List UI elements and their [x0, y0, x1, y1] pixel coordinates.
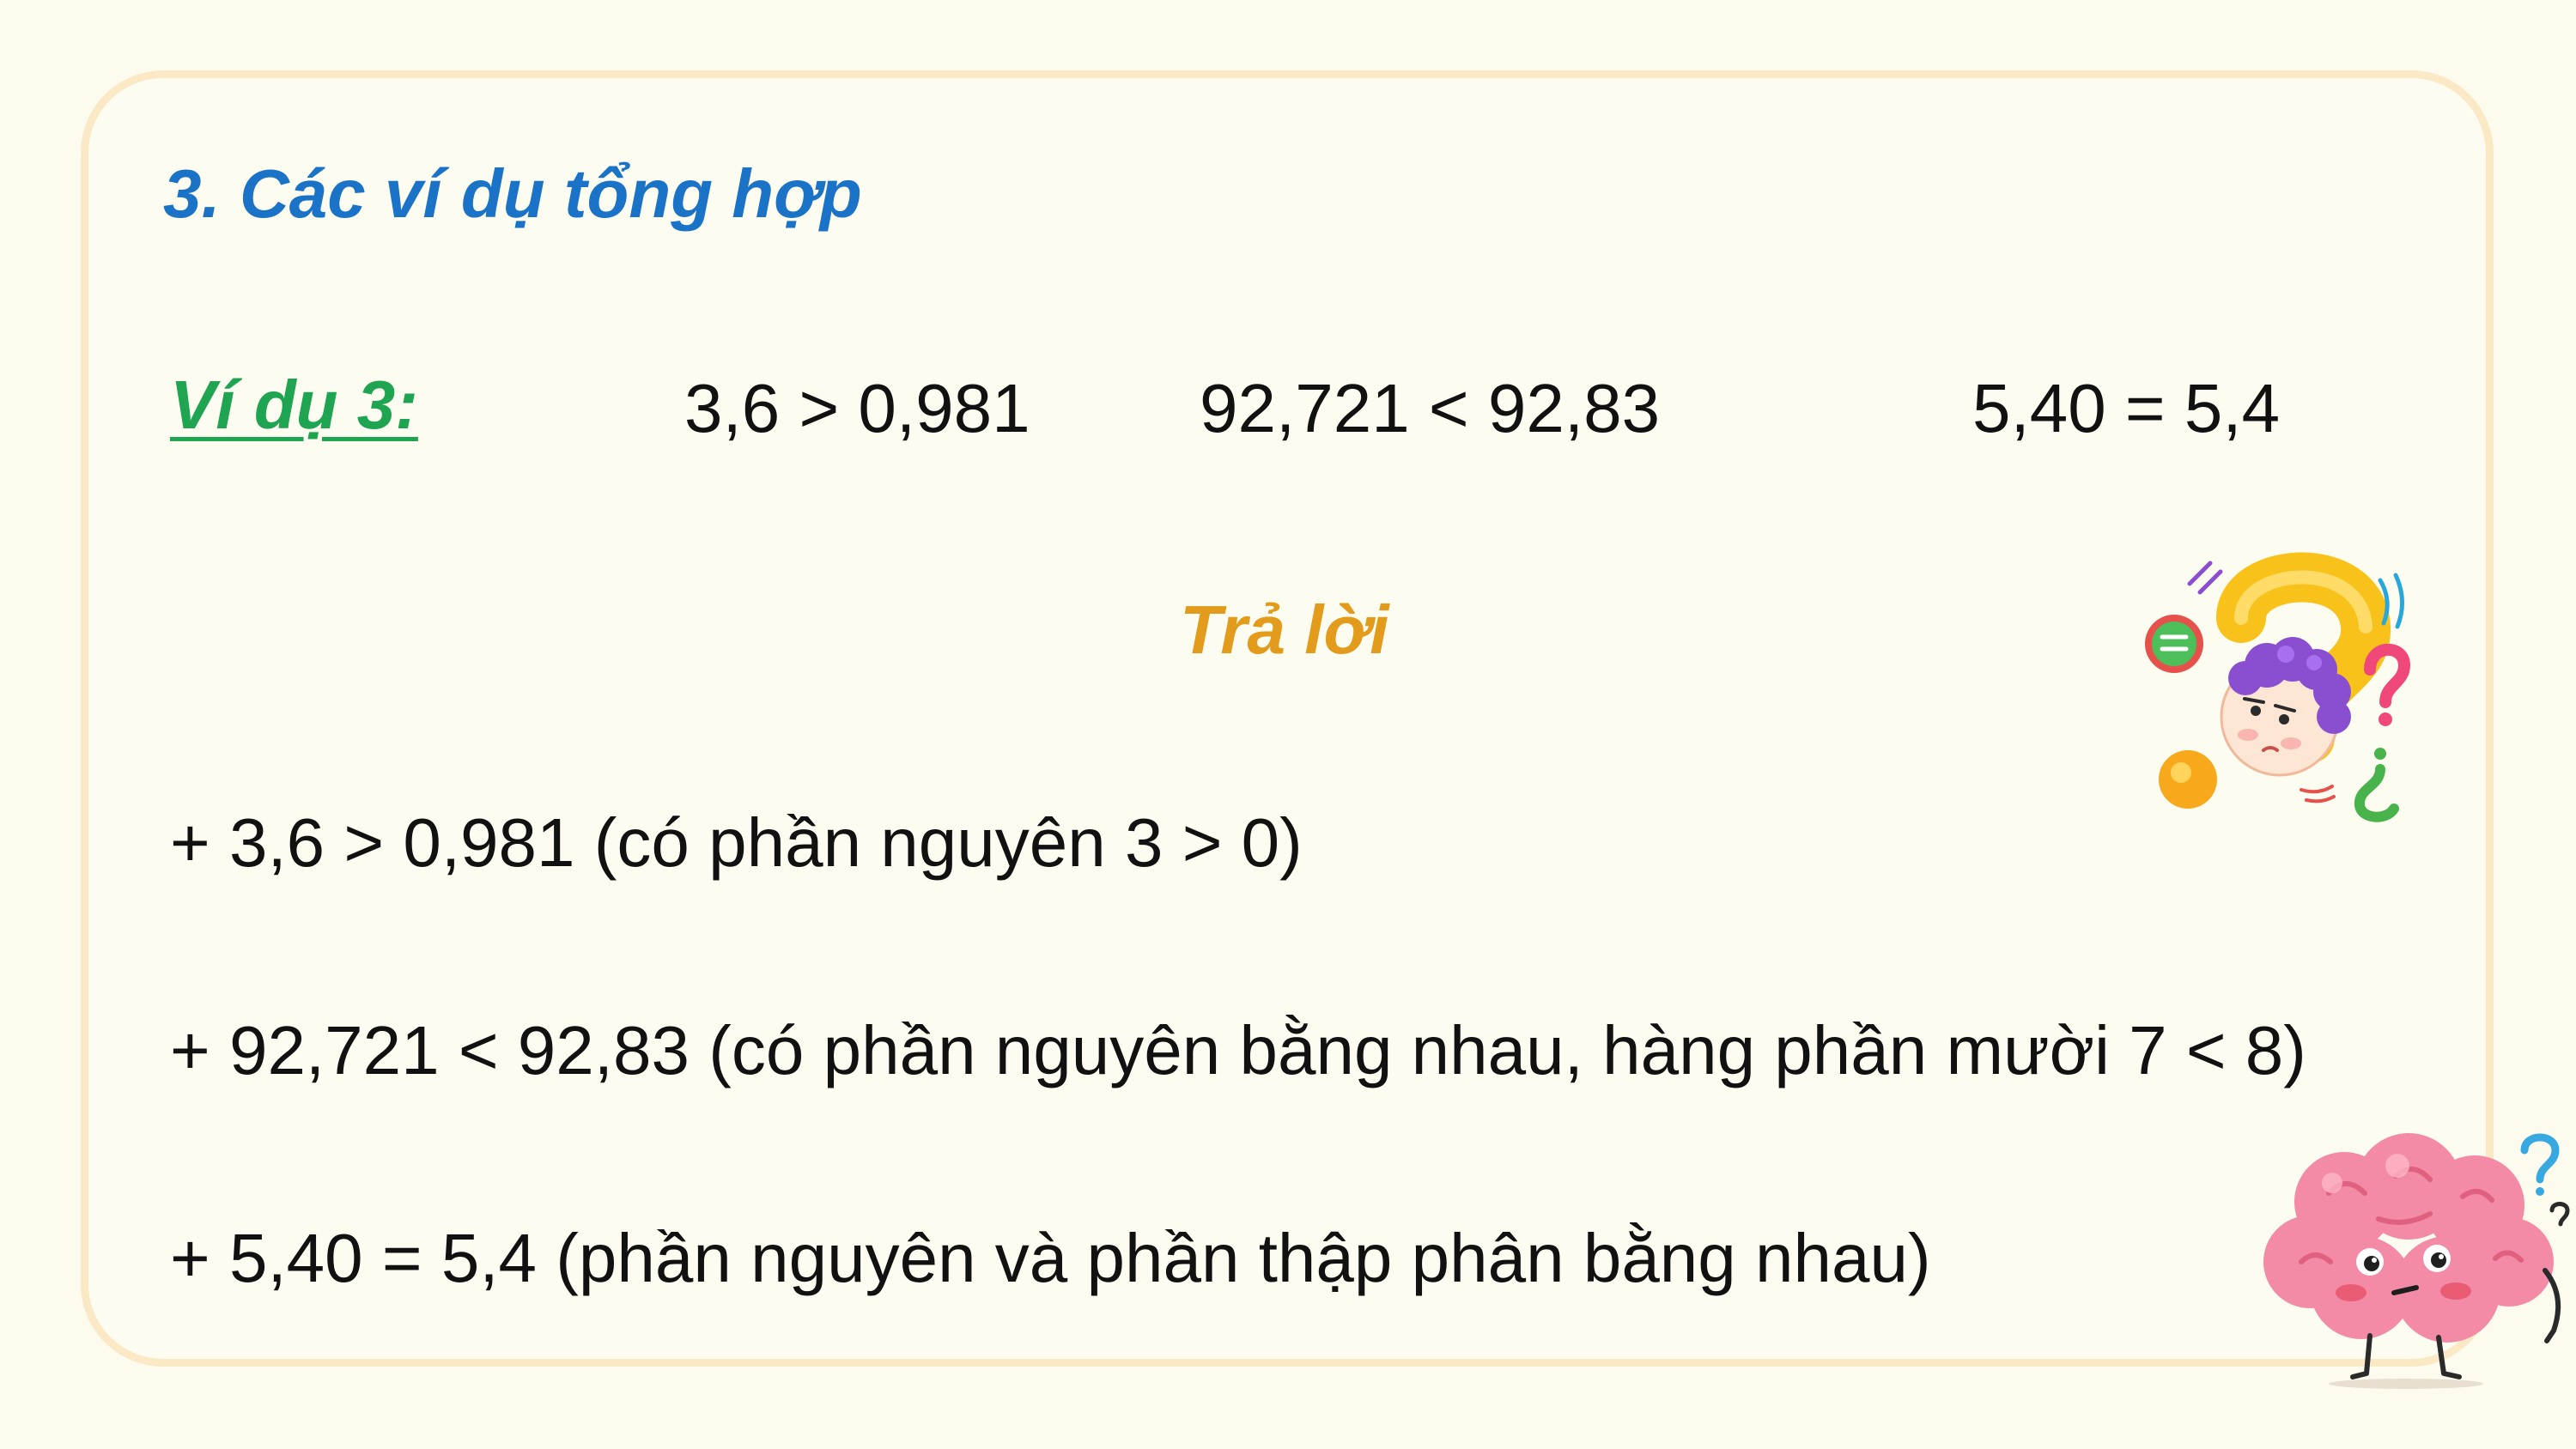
answer-line-2: + 92,721 < 92,83 (có phần nguyên bằng nh… [170, 1012, 2306, 1088]
confused-brain-icon [2263, 1133, 2570, 1389]
answer-line-1: + 3,6 > 0,981 (có phần nguyên 3 > 0) [170, 804, 1303, 881]
example-expression-3: 5,40 = 5,4 [1972, 370, 2281, 446]
section-title: 3. Các ví dụ tổng hợp [163, 155, 862, 232]
answer-heading: Trả lời [1180, 591, 1389, 668]
example-expression-1: 3,6 > 0,981 [684, 370, 1030, 446]
answer-line-3: + 5,40 = 5,4 (phần nguyên và phần thập p… [170, 1220, 1931, 1296]
question-mark-kid-icon [2145, 552, 2411, 822]
content-card [81, 70, 2494, 1367]
example-label: Ví dụ 3: [170, 367, 418, 443]
example-expression-2: 92,721 < 92,83 [1200, 370, 1661, 446]
